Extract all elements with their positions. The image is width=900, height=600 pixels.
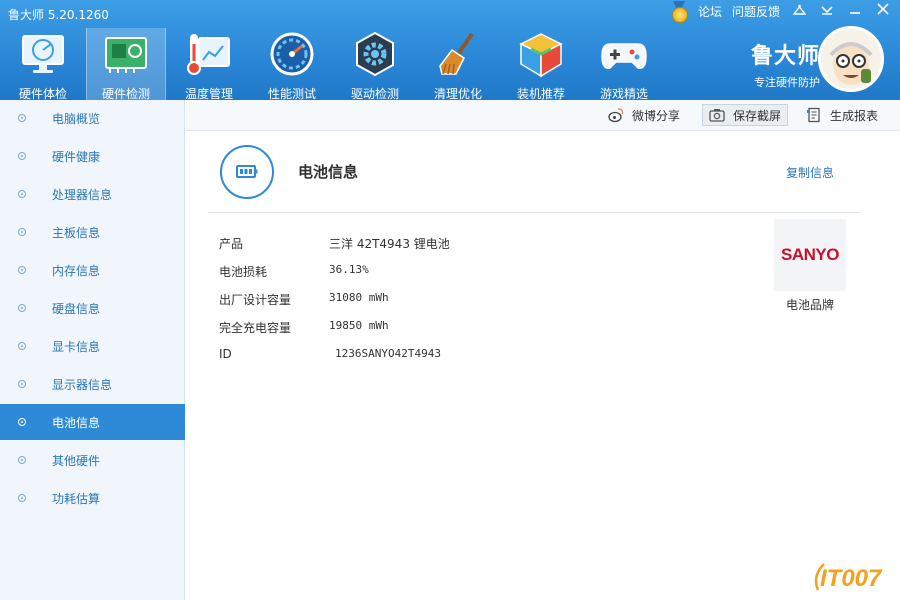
weibo-share-label: 微博分享	[632, 108, 681, 123]
tool-build-recommend[interactable]: 装机推荐	[501, 28, 581, 101]
sidebar-item-cpu[interactable]: 处理器信息	[0, 176, 185, 212]
sidebar-item-display[interactable]: 显示器信息	[0, 366, 185, 402]
close-icon[interactable]	[874, 3, 892, 19]
copy-info-link[interactable]: 复制信息	[786, 164, 834, 181]
info-key: 完全充电容量	[219, 321, 292, 335]
sidebar-item-other[interactable]: 其他硬件	[0, 442, 185, 478]
save-screenshot-button[interactable]: 保存截屏	[702, 104, 789, 126]
sidebar-item-label: 显示器信息	[52, 377, 113, 392]
brand-slogan: 专注硬件防护	[754, 76, 820, 89]
camera-icon	[709, 109, 725, 122]
sidebar-item-label: 硬盘信息	[52, 301, 101, 316]
info-key: 出厂设计容量	[219, 293, 292, 307]
sidebar-item-label: 内存信息	[52, 263, 101, 278]
minimize-icon[interactable]	[846, 4, 864, 19]
info-key: ID	[219, 347, 232, 361]
report-icon	[807, 107, 820, 123]
bullet-icon	[18, 266, 26, 274]
bullet-icon	[18, 456, 26, 464]
tool-performance[interactable]: 性能测试	[252, 28, 332, 101]
generate-report-button[interactable]: 生成报表	[800, 104, 884, 126]
content-toolbar: 微博分享 保存截屏 生成报表	[186, 100, 900, 131]
bullet-icon	[18, 190, 26, 198]
bullet-icon	[18, 152, 26, 160]
sidebar-item-label: 主板信息	[52, 225, 101, 240]
sidebar-item-label: 电池信息	[52, 415, 101, 430]
page-title: 电池信息	[298, 163, 359, 181]
medal-icon[interactable]	[670, 1, 688, 23]
it007-watermark: IT007	[814, 563, 883, 592]
sidebar-item-label: 处理器信息	[52, 187, 113, 202]
weibo-icon	[608, 108, 624, 123]
cube-icon	[519, 33, 563, 78]
sidebar-item-power[interactable]: 功耗估算	[0, 480, 185, 516]
divider	[208, 212, 860, 213]
battery-brand-label: 电池品牌	[786, 298, 835, 312]
bullet-icon	[18, 342, 26, 350]
sidebar-item-label: 显卡信息	[52, 339, 101, 354]
circuit-board-icon	[105, 37, 147, 73]
battery-section-icon	[220, 145, 274, 199]
tool-hardware-detect[interactable]: 硬件检测	[86, 28, 166, 101]
brand-name: 鲁大师	[750, 44, 820, 69]
sidebar-item-overview[interactable]: 电脑概览	[0, 100, 185, 136]
speedometer-icon	[270, 32, 314, 76]
menu-icon[interactable]	[818, 4, 836, 19]
avatar[interactable]	[818, 26, 884, 92]
sidebar-item-memory[interactable]: 内存信息	[0, 252, 185, 288]
sidebar-item-health[interactable]: 硬件健康	[0, 138, 185, 174]
tool-temperature[interactable]: 温度管理	[169, 28, 249, 101]
skin-icon[interactable]	[790, 4, 808, 19]
watermark-text: IT007	[820, 565, 883, 592]
bullet-icon	[18, 418, 26, 426]
tool-driver[interactable]: 驱动检测	[335, 28, 415, 101]
tool-hardware-checkup[interactable]: 硬件体检	[3, 28, 83, 101]
bullet-icon	[18, 114, 26, 122]
info-key: 电池损耗	[219, 265, 268, 279]
tool-cleanup[interactable]: 清理优化	[418, 28, 498, 101]
sidebar: 电脑概览 硬件健康 处理器信息 主板信息 内存信息 硬盘信息 显卡信息 显示器信…	[0, 100, 185, 600]
monitor-radar-icon	[22, 35, 64, 73]
sidebar-item-battery[interactable]: 电池信息	[0, 404, 185, 440]
broom-icon	[439, 32, 474, 75]
battery-brand-logo: SANYO	[774, 219, 846, 291]
sidebar-item-label: 功耗估算	[52, 491, 101, 506]
gear-icon	[356, 31, 394, 77]
gamepad-icon	[601, 43, 647, 69]
sidebar-item-disk[interactable]: 硬盘信息	[0, 290, 185, 326]
battery-icon	[236, 165, 258, 178]
feedback-link[interactable]: 问题反馈	[732, 3, 780, 20]
sidebar-item-label: 硬件健康	[52, 149, 101, 164]
mascot-icon	[829, 42, 873, 85]
info-value: 31080 mWh	[329, 291, 389, 304]
tool-games[interactable]: 游戏精选	[584, 28, 664, 101]
bullet-icon	[18, 304, 26, 312]
save-screenshot-label: 保存截屏	[733, 108, 782, 123]
forum-link[interactable]: 论坛	[698, 3, 722, 20]
bullet-icon	[18, 494, 26, 502]
info-value: 19850 mWh	[329, 319, 389, 332]
sidebar-item-label: 其他硬件	[52, 453, 101, 468]
top-links: 论坛 问题反馈	[670, 0, 892, 23]
sidebar-item-gpu[interactable]: 显卡信息	[0, 328, 185, 364]
info-value: 1236SANYO42T4943	[335, 347, 441, 360]
generate-report-label: 生成报表	[830, 108, 879, 123]
info-key: 产品	[219, 237, 244, 251]
sidebar-item-motherboard[interactable]: 主板信息	[0, 214, 185, 250]
bullet-icon	[18, 228, 26, 236]
info-value: 36.13%	[329, 263, 369, 276]
info-value: 三洋 42T4943 锂电池	[329, 237, 450, 251]
app-title: 鲁大师 5.20.1260	[8, 8, 109, 22]
thermometer-icon	[187, 34, 230, 75]
sidebar-item-label: 电脑概览	[52, 111, 101, 126]
brand-block: 鲁大师 专注硬件防护	[751, 38, 820, 90]
weibo-share-button[interactable]: 微博分享	[602, 104, 686, 126]
bullet-icon	[18, 380, 26, 388]
header-bar: 鲁大师 5.20.1260 论坛 问题反馈 硬件体检 硬件检测 温度管理 性能测…	[0, 0, 900, 101]
